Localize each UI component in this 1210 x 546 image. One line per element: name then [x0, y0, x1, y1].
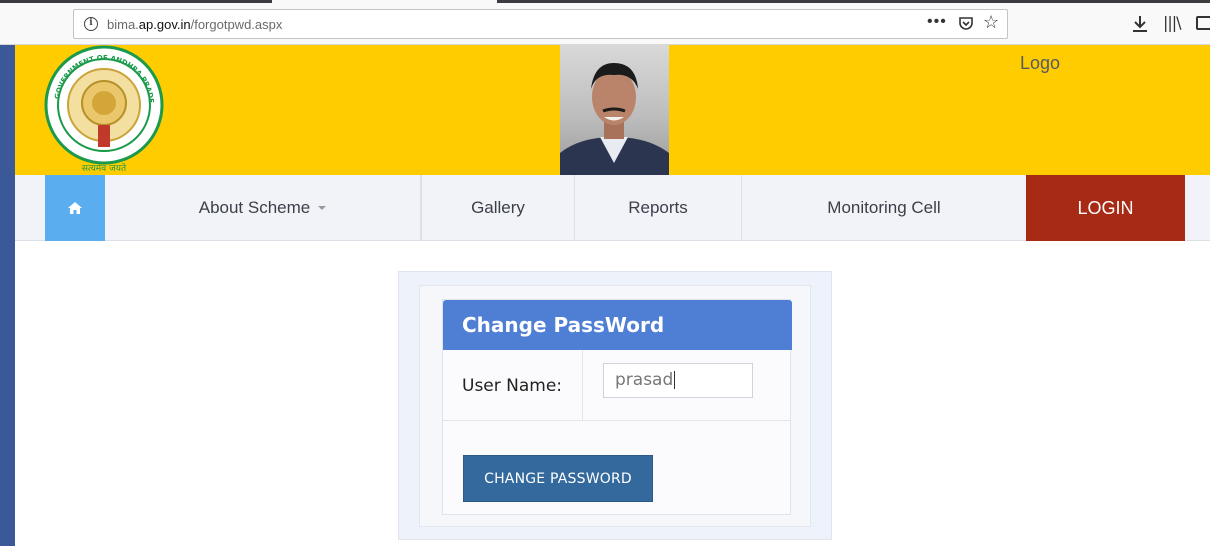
login-button[interactable]: LOGIN	[1026, 175, 1185, 241]
nav-reports[interactable]: Reports	[575, 175, 742, 241]
text-cursor	[674, 371, 676, 389]
address-bar[interactable]: i bima.ap.gov.in/forgotpwd.aspx ••• ☆	[73, 9, 1008, 39]
form-inner-card: Change PassWord User Name: prasad CHANGE…	[419, 285, 811, 527]
url-domain: ap.gov.in	[138, 17, 191, 32]
download-icon[interactable]	[1131, 14, 1149, 34]
home-icon	[68, 202, 82, 214]
nav-gallery[interactable]: Gallery	[421, 175, 575, 241]
ellipsis-icon[interactable]: •••	[927, 13, 947, 31]
left-accent-rail	[0, 45, 15, 546]
username-input[interactable]: prasad	[603, 363, 753, 398]
nav-home-button[interactable]	[45, 175, 105, 241]
url-prefix: bima.	[107, 17, 139, 32]
chevron-down-icon	[318, 206, 327, 210]
pocket-icon[interactable]	[958, 15, 974, 31]
username-value: prasad	[615, 370, 674, 390]
andhra-pradesh-emblem-icon: GOVERNMENT OF ANDHRA PRADESH सत्यमेव जयत…	[43, 45, 164, 174]
site-info-icon[interactable]: i	[84, 17, 98, 31]
username-row: User Name: prasad	[443, 350, 790, 421]
panel-title: Change PassWord	[443, 300, 792, 350]
form-outer-card: Change PassWord User Name: prasad CHANGE…	[398, 271, 832, 540]
username-label: User Name:	[462, 376, 563, 396]
change-password-button[interactable]: CHANGE PASSWORD	[463, 455, 653, 502]
browser-toolbar: i bima.ap.gov.in/forgotpwd.aspx ••• ☆ ||…	[0, 4, 1210, 45]
browser-tab-inactive-right[interactable]	[497, 0, 1210, 3]
nav-monitoring-label: Monitoring Cell	[827, 198, 941, 217]
nav-monitoring-cell[interactable]: Monitoring Cell	[742, 175, 1026, 241]
nav-about-label: About Scheme	[198, 198, 311, 217]
url-text[interactable]: bima.ap.gov.in/forgotpwd.aspx	[107, 17, 282, 32]
library-icon[interactable]: |||\	[1163, 13, 1182, 32]
logo-text: Logo	[1020, 53, 1061, 73]
site-header: GOVERNMENT OF ANDHRA PRADESH सत्यमेव जयत…	[15, 45, 1210, 175]
bookmark-star-icon[interactable]: ☆	[983, 12, 999, 33]
nav-about-scheme[interactable]: About Scheme	[105, 175, 421, 241]
browser-tab-inactive-left[interactable]	[0, 0, 272, 3]
sidebar-icon[interactable]	[1196, 16, 1210, 30]
main-navbar: About Scheme Gallery Reports Monitoring …	[15, 175, 1210, 241]
row-divider	[582, 350, 583, 421]
chief-minister-portrait	[560, 45, 669, 175]
nav-gallery-label: Gallery	[471, 198, 525, 217]
nav-reports-label: Reports	[628, 198, 688, 217]
emblem-bottom-text: सत्यमेव जयते	[82, 162, 127, 174]
url-path: /forgotpwd.aspx	[190, 17, 283, 32]
change-password-panel: Change PassWord User Name: prasad CHANGE…	[442, 299, 792, 515]
